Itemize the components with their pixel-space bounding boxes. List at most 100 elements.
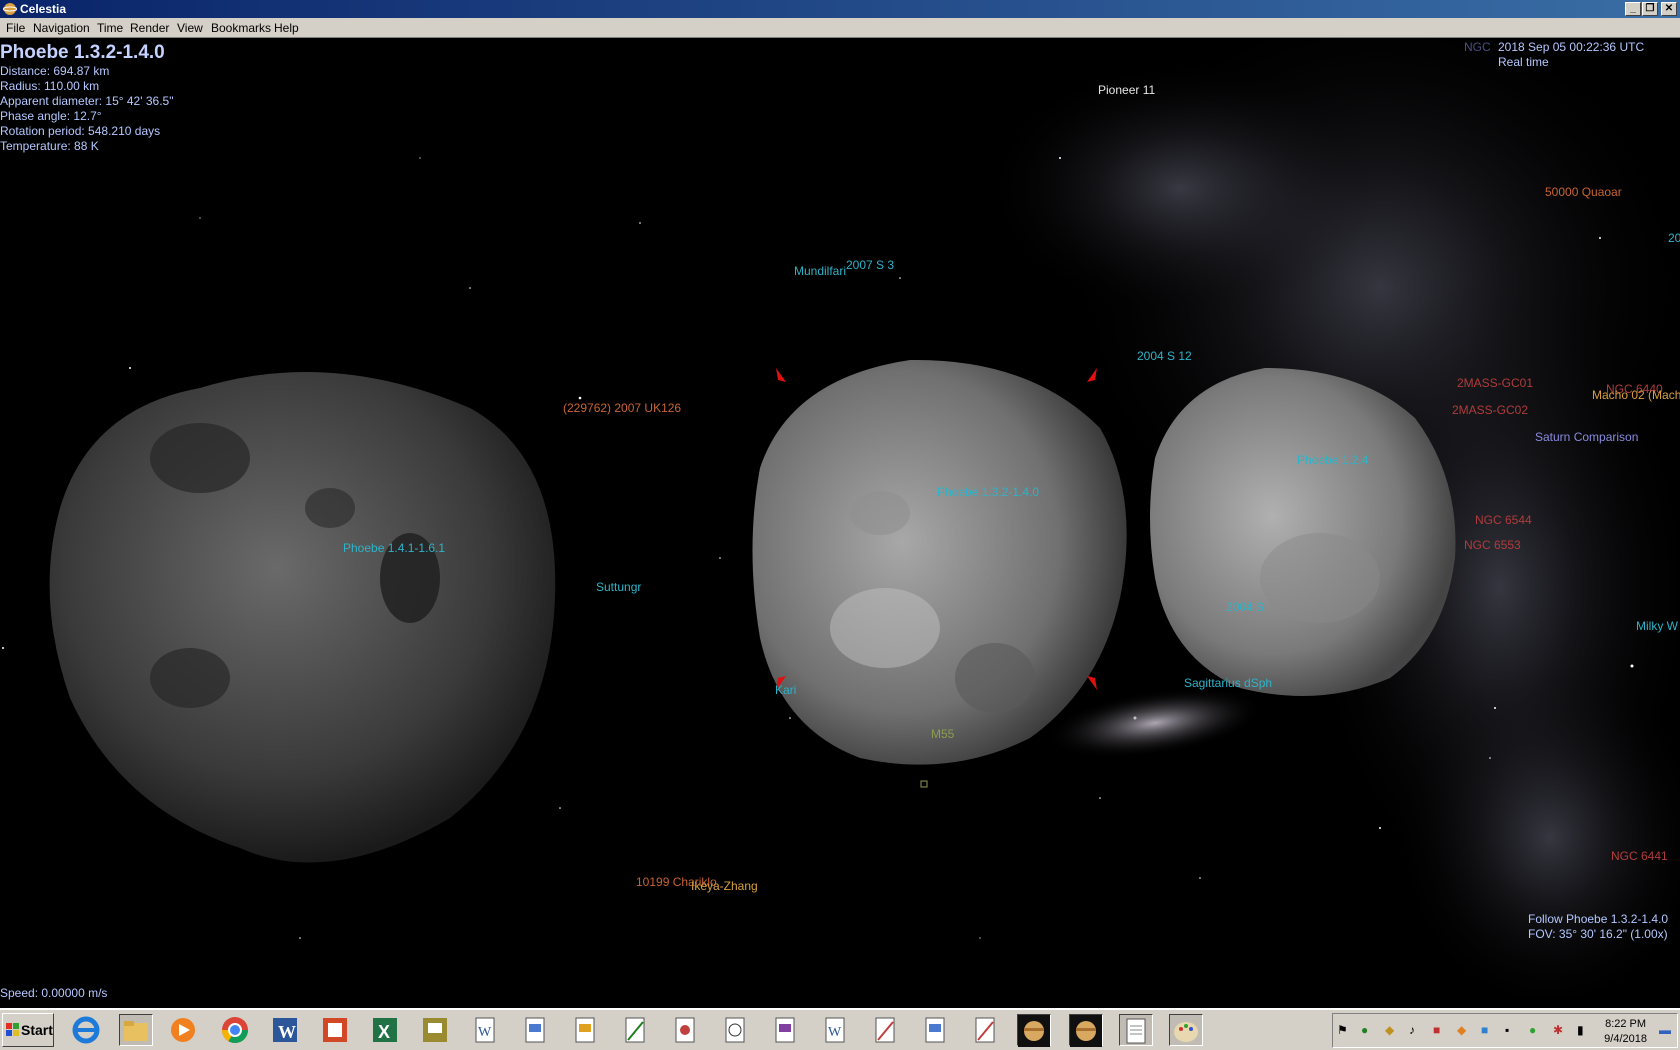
tray-app-icon-6[interactable]: ● bbox=[1529, 1023, 1544, 1038]
file-explorer-icon[interactable] bbox=[119, 1014, 153, 1046]
word-icon[interactable]: W bbox=[269, 1014, 303, 1046]
paint-icon[interactable] bbox=[1169, 1014, 1203, 1046]
clock-time: 8:22 PM bbox=[1605, 1018, 1647, 1030]
label-ikeya-zhang[interactable]: Ikeya-Zhang bbox=[691, 879, 758, 893]
label-ngc-6441[interactable]: NGC 6441 bbox=[1611, 849, 1668, 863]
document-icon-9[interactable] bbox=[869, 1014, 903, 1046]
selected-object-name: Phoebe 1.3.2-1.4.0 bbox=[0, 42, 165, 63]
label-milky-way[interactable]: Milky W bbox=[1636, 619, 1678, 633]
label-2004-s-lower[interactable]: 2004 S bbox=[1226, 600, 1264, 614]
show-desktop-icon[interactable]: ▬ bbox=[1659, 1023, 1674, 1038]
clock[interactable]: 8:22 PM 9/4/2018 bbox=[1604, 1017, 1647, 1047]
tray-app-icon-5[interactable]: ▪ bbox=[1505, 1023, 1520, 1038]
phoebe-left-model bbox=[49, 372, 556, 863]
document-icon-10[interactable] bbox=[919, 1014, 953, 1046]
tray-app-icon-3[interactable]: ◆ bbox=[1457, 1023, 1472, 1038]
start-button[interactable]: Start bbox=[2, 1013, 54, 1047]
label-kari[interactable]: Kari bbox=[775, 683, 796, 697]
ngc-hint-label: NGC bbox=[1464, 40, 1491, 54]
document-icon-8[interactable]: W bbox=[819, 1014, 853, 1046]
menu-navigation[interactable]: Navigation bbox=[33, 21, 90, 35]
network-icon[interactable]: ▮ bbox=[1577, 1023, 1592, 1038]
speed-display: Speed: 0.00000 m/s bbox=[0, 986, 108, 1000]
tray-app-icon-1[interactable]: ● bbox=[1361, 1023, 1376, 1038]
document-icon-7[interactable] bbox=[769, 1014, 803, 1046]
apparent-diameter-text: Apparent diameter: 15° 42' 36.5" bbox=[0, 94, 174, 108]
label-2mass-gc01[interactable]: 2MASS-GC01 bbox=[1457, 376, 1533, 390]
label-saturn-comparison[interactable]: Saturn Comparison bbox=[1535, 430, 1638, 444]
menu-file[interactable]: File bbox=[6, 21, 25, 35]
phoebe-right-model bbox=[1150, 368, 1456, 696]
celestia-icon-1[interactable] bbox=[1017, 1014, 1051, 1047]
window-title: Celestia bbox=[20, 2, 67, 16]
document-icon-1[interactable]: W bbox=[469, 1014, 503, 1046]
document-icon-2[interactable] bbox=[519, 1014, 553, 1046]
svg-text:W: W bbox=[828, 1025, 842, 1040]
label-2mass-gc02[interactable]: 2MASS-GC02 bbox=[1452, 403, 1528, 417]
close-button[interactable]: ✕ bbox=[1661, 2, 1677, 16]
object-info-panel: Phoebe 1.3.2-1.4.0 Distance: 694.87 km R… bbox=[0, 42, 173, 154]
menu-render[interactable]: Render bbox=[130, 21, 169, 35]
label-edge-20[interactable]: 20 bbox=[1668, 231, 1680, 245]
svg-text:X: X bbox=[378, 1022, 390, 1042]
menu-bookmarks[interactable]: Bookmarks bbox=[211, 21, 271, 35]
internet-explorer-icon[interactable] bbox=[70, 1014, 104, 1046]
label-2007-s3[interactable]: 2007 S 3 bbox=[846, 258, 894, 272]
svg-text:W: W bbox=[478, 1025, 492, 1040]
label-sagittarius-dsph[interactable]: Sagittarius dSph bbox=[1184, 676, 1272, 690]
menu-help[interactable]: Help bbox=[274, 21, 299, 35]
tray-shield-icon[interactable]: ◆ bbox=[1385, 1023, 1400, 1038]
label-ngc-6544[interactable]: NGC 6544 bbox=[1475, 513, 1532, 527]
tray-app-icon-7[interactable]: ✱ bbox=[1553, 1023, 1568, 1038]
action-center-flag-icon[interactable]: ⚑ bbox=[1337, 1023, 1352, 1038]
distance-text: Distance: 694.87 km bbox=[0, 64, 110, 78]
label-phoebe-middle[interactable]: Phoebe 1.3.2-1.4.0 bbox=[937, 485, 1039, 499]
restore-button[interactable]: ❐ bbox=[1642, 2, 1658, 16]
minimize-button[interactable]: _ bbox=[1625, 2, 1641, 16]
label-macho[interactable]: Macho 02 (Macho bbox=[1592, 388, 1680, 402]
menu-view[interactable]: View bbox=[177, 21, 203, 35]
document-icon-11[interactable] bbox=[969, 1014, 1003, 1046]
label-phoebe-right[interactable]: Phoebe 1.2.4 bbox=[1297, 453, 1368, 467]
document-icon-6[interactable] bbox=[719, 1014, 753, 1046]
chrome-icon[interactable] bbox=[219, 1014, 253, 1046]
label-phoebe-left[interactable]: Phoebe 1.4.1-1.6.1 bbox=[343, 541, 445, 555]
phoebe-middle-model bbox=[752, 359, 1127, 765]
label-m55[interactable]: M55 bbox=[931, 727, 954, 741]
publisher-icon[interactable] bbox=[419, 1014, 453, 1046]
datetime-display: 2018 Sep 05 00:22:36 UTC bbox=[1498, 40, 1645, 54]
celestia-app-icon bbox=[3, 3, 17, 15]
title-bar: Celestia _ ❐ ✕ bbox=[0, 0, 1680, 18]
time-mode-display: Real time bbox=[1498, 55, 1549, 69]
label-ngc-6553[interactable]: NGC 6553 bbox=[1464, 538, 1521, 552]
menu-time[interactable]: Time bbox=[97, 21, 123, 35]
fov-display: FOV: 35° 30' 16.2" (1.00x) bbox=[1528, 927, 1668, 941]
follow-status: Follow Phoebe 1.3.2-1.4.0 bbox=[1528, 912, 1669, 926]
celestia-icon-2[interactable] bbox=[1069, 1014, 1103, 1047]
volume-icon[interactable]: ♪ bbox=[1409, 1023, 1424, 1038]
media-player-icon[interactable] bbox=[167, 1014, 201, 1046]
clock-date: 9/4/2018 bbox=[1604, 1033, 1647, 1045]
radius-text: Radius: 110.00 km bbox=[0, 79, 100, 93]
notepad-icon[interactable] bbox=[1119, 1014, 1153, 1046]
label-2004-s12[interactable]: 2004 S 12 bbox=[1137, 349, 1192, 363]
taskbar: Start W X W W ⚑ ● ◆ ♪ ■ ◆ ■ ▪ ● ✱ ▮ 8:22… bbox=[0, 1008, 1680, 1050]
tray-app-icon-2[interactable]: ■ bbox=[1433, 1023, 1448, 1038]
document-icon-5[interactable] bbox=[669, 1014, 703, 1046]
label-uk126[interactable]: (229762) 2007 UK126 bbox=[563, 401, 681, 415]
phase-angle-text: Phase angle: 12.7° bbox=[0, 109, 102, 123]
space-scene bbox=[2, 38, 1680, 1008]
label-suttungr[interactable]: Suttungr bbox=[596, 580, 641, 594]
label-mundilfari[interactable]: Mundilfari bbox=[794, 264, 846, 278]
label-pioneer-11[interactable]: Pioneer 11 bbox=[1098, 83, 1155, 97]
windows-flag-icon bbox=[6, 1023, 19, 1036]
tray-app-icon-4[interactable]: ■ bbox=[1481, 1023, 1496, 1038]
celestia-viewport[interactable]: Phoebe 1.3.2-1.4.0 Distance: 694.87 km R… bbox=[0, 38, 1680, 1008]
system-tray: ⚑ ● ◆ ♪ ■ ◆ ■ ▪ ● ✱ ▮ 8:22 PM 9/4/2018 ▬ bbox=[1332, 1013, 1678, 1048]
document-icon-3[interactable] bbox=[569, 1014, 603, 1046]
label-quaoar[interactable]: 50000 Quaoar bbox=[1545, 185, 1622, 199]
powerpoint-icon[interactable] bbox=[319, 1014, 353, 1046]
rotation-period-text: Rotation period: 548.210 days bbox=[0, 124, 161, 138]
excel-icon[interactable]: X bbox=[369, 1014, 403, 1046]
document-icon-4[interactable] bbox=[619, 1014, 653, 1046]
